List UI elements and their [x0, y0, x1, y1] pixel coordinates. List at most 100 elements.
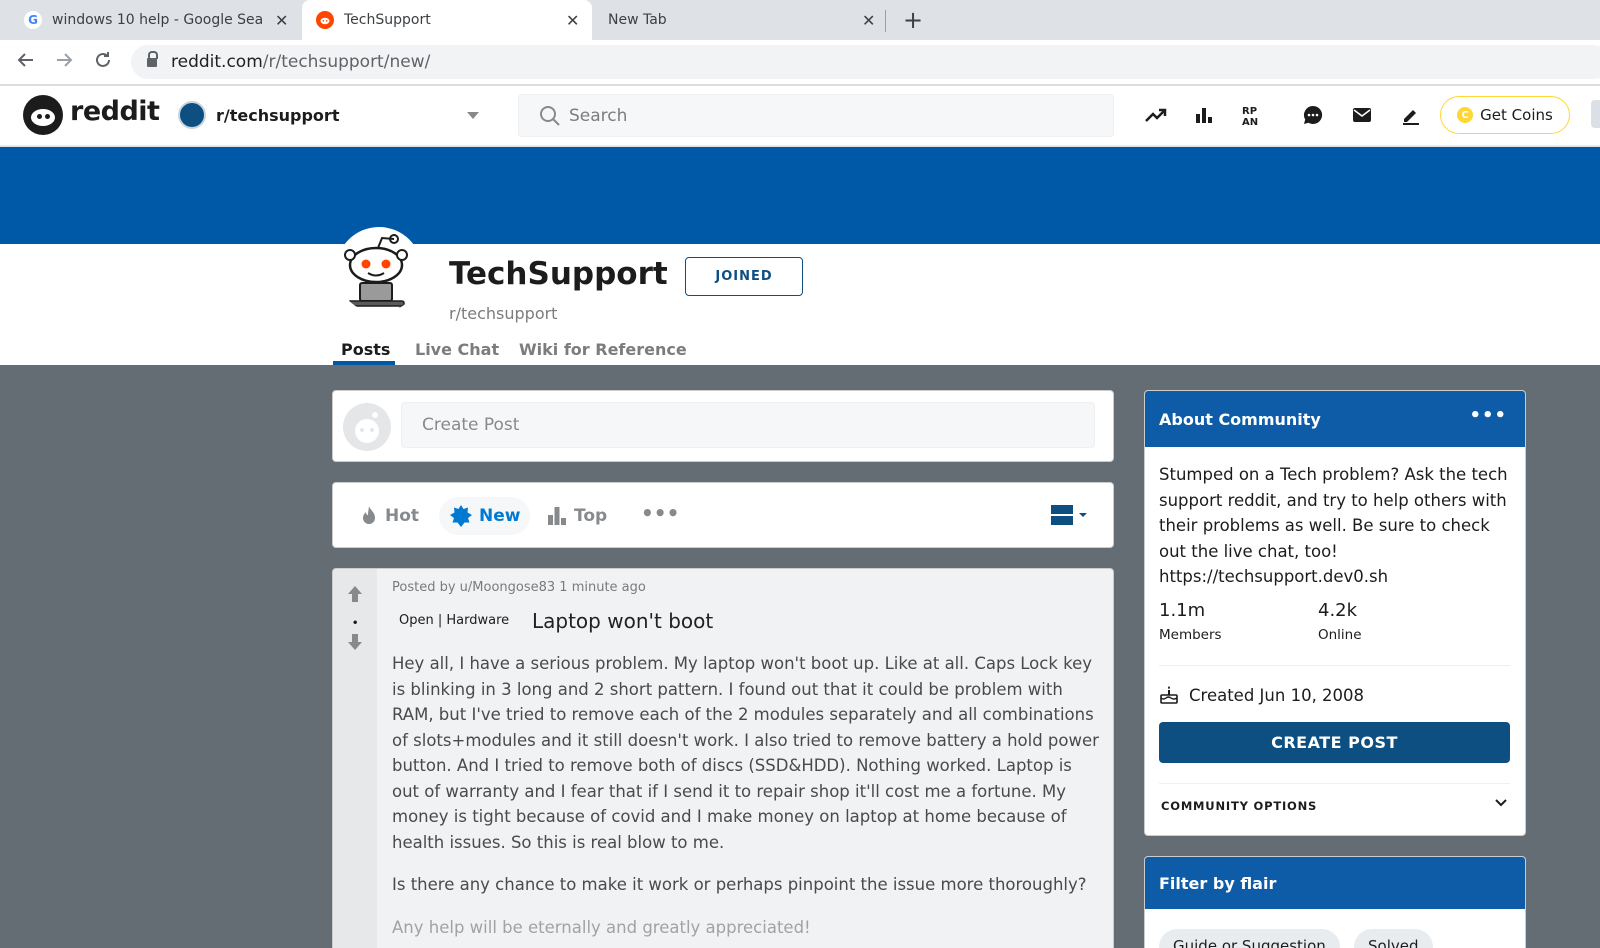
browser-tab-techsupport[interactable]: TechSupport ✕	[302, 0, 592, 40]
online-label: Online	[1318, 627, 1362, 643]
browser-tab-bar: G windows 10 help - Google Search ✕ Tech…	[0, 0, 1600, 40]
get-coins-label: Get Coins	[1480, 106, 1553, 124]
flair-heading: Filter by flair	[1145, 857, 1525, 909]
lock-icon	[147, 51, 158, 68]
downvote-arrow-icon[interactable]	[345, 632, 365, 652]
top-chart-icon	[548, 507, 566, 525]
subreddit-banner	[0, 147, 1600, 244]
vote-column: •	[333, 569, 377, 948]
sort-new-label: New	[479, 506, 521, 526]
forward-arrow-icon[interactable]	[54, 50, 74, 75]
chevron-down-icon	[467, 112, 479, 119]
more-options-icon[interactable]: •••	[641, 501, 679, 525]
online-count: 4.2k	[1318, 600, 1358, 621]
new-burst-icon	[450, 505, 472, 527]
members-count: 1.1m	[1159, 600, 1206, 621]
post-paragraph: Any help will be eternally and greatly a…	[392, 917, 811, 937]
about-options-icon[interactable]: •••	[1469, 405, 1507, 426]
search-box[interactable]	[518, 94, 1114, 137]
divider	[1159, 783, 1510, 784]
card-view-icon	[1051, 505, 1073, 525]
post-card[interactable]: • Posted by u/Moongose83 1 minute ago Op…	[332, 568, 1114, 948]
about-community-card: About Community ••• Stumped on a Tech pr…	[1144, 390, 1526, 836]
post-body: Hey all, I have a serious problem. My la…	[392, 651, 1102, 948]
user-avatar[interactable]	[343, 403, 391, 451]
svg-text:AN: AN	[1242, 117, 1258, 126]
get-coins-button[interactable]: C Get Coins	[1440, 96, 1570, 134]
create-post-pencil-icon[interactable]	[1399, 103, 1423, 127]
sort-new-button[interactable]: New	[439, 497, 531, 535]
create-post-card	[332, 390, 1114, 462]
browser-tab-google[interactable]: G windows 10 help - Google Search ✕	[0, 0, 300, 40]
vote-score: •	[352, 618, 359, 629]
coin-icon: C	[1457, 107, 1474, 123]
tab-separator	[885, 10, 886, 32]
about-description: Stumped on a Tech problem? Ask the tech …	[1159, 465, 1508, 586]
reddit-favicon-icon	[316, 11, 334, 29]
rpan-icon[interactable]: RP AN	[1240, 103, 1264, 127]
post-paragraph: Hey all, I have a serious problem. My la…	[392, 654, 1099, 852]
tab-title: TechSupport	[344, 12, 431, 28]
create-post-button[interactable]: CREATE POST	[1159, 722, 1510, 763]
community-avatar	[178, 101, 206, 129]
community-name: r/techsupport	[216, 105, 340, 125]
created-date: Created Jun 10, 2008	[1159, 685, 1364, 705]
community-dropdown[interactable]: r/techsupport	[178, 98, 486, 132]
sort-bar: Hot New Top •••	[332, 482, 1114, 548]
close-tab-icon[interactable]: ✕	[566, 11, 579, 30]
reddit-logo-icon[interactable]	[23, 95, 63, 135]
chevron-down-icon[interactable]	[1493, 795, 1509, 811]
create-post-input[interactable]	[401, 402, 1095, 448]
post-paragraph: Is there any chance to make it work or p…	[392, 875, 1087, 894]
flair-heading-text: Filter by flair	[1159, 874, 1277, 893]
tab-posts[interactable]: Posts	[341, 340, 390, 359]
filter-by-flair-card: Filter by flair Guide or Suggestion Solv…	[1144, 856, 1526, 948]
svg-text:RP: RP	[1242, 106, 1257, 117]
subreddit-handle: r/techsupport	[449, 304, 558, 323]
divider	[1159, 665, 1510, 666]
trending-icon[interactable]	[1144, 103, 1168, 127]
sort-top-label: Top	[574, 506, 608, 526]
user-menu-edge[interactable]	[1591, 100, 1600, 128]
new-tab-plus-icon[interactable]: +	[903, 6, 923, 34]
sort-hot-label: Hot	[385, 506, 420, 526]
community-options-label[interactable]: COMMUNITY OPTIONS	[1161, 799, 1317, 813]
subreddit-avatar-icon	[336, 227, 422, 313]
chevron-down-icon	[1079, 513, 1087, 517]
address-bar: reddit.com/r/techsupport/new/	[0, 40, 1600, 85]
search-input[interactable]	[569, 105, 1069, 126]
mail-icon[interactable]	[1350, 103, 1374, 127]
sort-top-button[interactable]: Top	[536, 497, 617, 535]
members-label: Members	[1159, 627, 1222, 643]
created-text: Created Jun 10, 2008	[1189, 685, 1365, 705]
close-tab-icon[interactable]: ✕	[275, 11, 288, 30]
flair-chip-guide[interactable]: Guide or Suggestion	[1159, 929, 1340, 948]
leaderboard-icon[interactable]	[1192, 103, 1216, 127]
reddit-wordmark[interactable]: reddit	[70, 96, 160, 127]
about-heading: About Community	[1145, 391, 1525, 447]
tab-wiki[interactable]: Wiki for Reference	[519, 340, 687, 359]
upvote-arrow-icon[interactable]	[345, 584, 365, 604]
google-favicon-icon: G	[24, 11, 42, 29]
tab-live-chat[interactable]: Live Chat	[415, 340, 499, 359]
post-title[interactable]: Laptop won't boot	[532, 609, 713, 633]
view-mode-toggle[interactable]	[1051, 505, 1088, 525]
subreddit-title: TechSupport	[449, 256, 668, 292]
sort-hot-button[interactable]: Hot	[349, 497, 429, 535]
about-heading-text: About Community	[1159, 410, 1321, 429]
browser-tab-newtab[interactable]: New Tab ✕	[594, 0, 884, 40]
flair-chip-solved[interactable]: Solved	[1354, 929, 1433, 948]
tab-title: New Tab	[608, 12, 667, 28]
url-omnibox[interactable]: reddit.com/r/techsupport/new/	[131, 45, 1600, 79]
chat-icon[interactable]	[1301, 103, 1325, 127]
reddit-header: reddit r/techsupport RPAN C Get Coins	[0, 86, 1600, 146]
reload-icon[interactable]	[93, 50, 113, 75]
back-arrow-icon[interactable]	[16, 50, 36, 75]
post-flair[interactable]: Open | Hardware	[395, 611, 513, 630]
search-icon	[540, 105, 560, 126]
joined-button[interactable]: JOINED	[685, 257, 803, 296]
url-text: reddit.com/r/techsupport/new/	[171, 52, 431, 72]
post-meta: Posted by u/Moongose83 1 minute ago	[392, 580, 646, 595]
cake-icon	[1160, 686, 1178, 704]
close-tab-icon[interactable]: ✕	[862, 11, 875, 30]
